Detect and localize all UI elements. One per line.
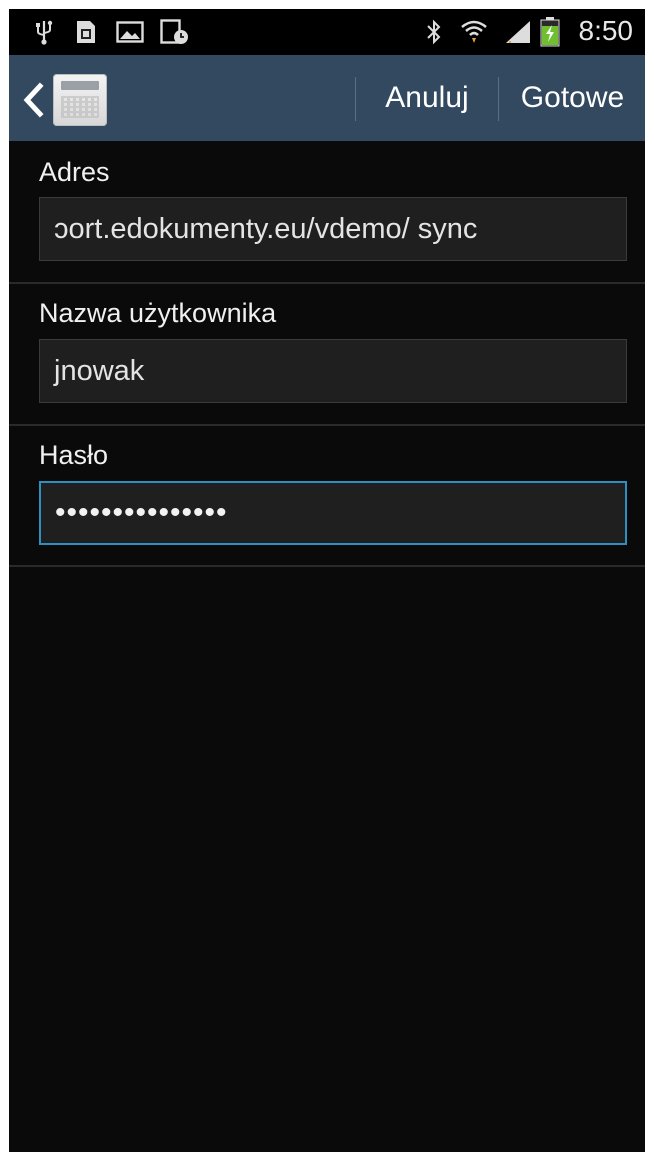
bluetooth-icon	[423, 19, 445, 45]
status-time: 8:50	[578, 15, 634, 46]
storage-icon	[159, 19, 191, 45]
divider	[9, 565, 645, 567]
username-field-group: Nazwa użytkownika jnowak	[9, 284, 645, 424]
battery-charging-icon	[539, 17, 561, 47]
address-field-group: Adres ɔort.edokumenty.eu/vdemo/ sync	[9, 141, 645, 283]
password-label: Hasło	[39, 440, 109, 470]
chevron-left-icon	[19, 75, 47, 125]
status-bar: 8:50	[9, 9, 645, 55]
password-value: •••••••••••••••	[55, 496, 228, 529]
usb-icon	[33, 19, 55, 45]
gallery-icon	[115, 19, 145, 45]
sim-card-icon	[73, 19, 99, 45]
address-input[interactable]: ɔort.edokumenty.eu/vdemo/ sync	[39, 197, 627, 261]
password-input[interactable]: •••••••••••••••	[39, 481, 627, 545]
action-bar: Anuluj Gotowe	[9, 55, 645, 141]
password-field-group: Hasło •••••••••••••••	[9, 426, 645, 566]
username-label: Nazwa użytkownika	[39, 298, 277, 328]
action-bar-divider	[498, 77, 499, 121]
done-button[interactable]: Gotowe	[500, 55, 645, 141]
action-bar-divider	[355, 77, 356, 121]
wifi-icon	[459, 19, 489, 45]
back-button[interactable]	[19, 73, 129, 127]
cancel-button[interactable]: Anuluj	[357, 55, 497, 141]
address-label: Adres	[39, 157, 110, 187]
signal-icon	[503, 19, 533, 45]
phone-screen: 8:50 Anuluj Gotowe Adres ɔort.edokumenty…	[9, 9, 645, 1152]
username-input[interactable]: jnowak	[39, 339, 627, 403]
calculator-icon	[53, 74, 107, 126]
